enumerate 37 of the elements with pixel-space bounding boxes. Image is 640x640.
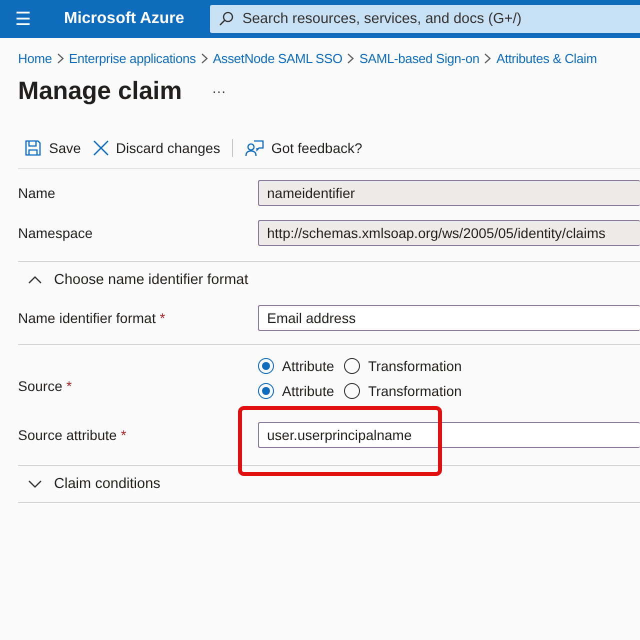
chevron-right-icon — [484, 52, 492, 64]
breadcrumb-link[interactable]: SAML-based Sign-on — [359, 50, 480, 66]
input-field[interactable]: Email address — [258, 305, 640, 331]
field-label: Name identifier format * — [18, 310, 166, 326]
app-title: Microsoft Azure — [64, 10, 184, 28]
close-icon — [92, 140, 109, 156]
chevron-right-icon — [347, 52, 354, 64]
search-placeholder: Search resources, services, and docs (G+/) — [242, 11, 522, 27]
person-speech-icon — [245, 139, 264, 157]
breadcrumb-link[interactable]: AssetNode SAML SSO — [212, 50, 342, 66]
input-field[interactable]: user.userprincipalname — [258, 422, 640, 448]
chevron-up-icon — [28, 276, 42, 284]
breadcrumb-link[interactable]: Enterprise applications — [68, 50, 196, 66]
page-title: Manage claim — [18, 76, 182, 106]
radio-option[interactable]: Transformation — [344, 358, 462, 374]
save-button[interactable]: Save — [18, 134, 87, 162]
menu-button[interactable]: ☰ — [0, 8, 46, 30]
radio-option[interactable]: Attribute — [258, 382, 334, 398]
radio-option[interactable]: Transformation — [344, 382, 462, 398]
chevron-right-icon — [200, 52, 208, 64]
feedback-button[interactable]: Got feedback? — [239, 134, 368, 162]
field-label: Namespace — [18, 225, 94, 241]
chevron-down-icon — [28, 480, 42, 488]
more-options-button[interactable]: ··· — [212, 83, 226, 99]
save-icon — [24, 139, 42, 157]
radio-option[interactable]: Attribute — [258, 358, 334, 374]
discard-button[interactable]: Discard changes — [86, 134, 226, 162]
section-toggle[interactable]: Claim conditions — [18, 466, 166, 502]
field-label: Source attribute * — [18, 427, 128, 443]
breadcrumb-link[interactable]: Attributes & Claim — [496, 50, 597, 66]
field-label: Name — [18, 185, 56, 201]
field-label: Source * — [18, 378, 72, 394]
search-field[interactable]: Search resources, services, and docs (G+/) — [210, 5, 640, 33]
section-toggle[interactable]: Choose name identifier format — [18, 262, 254, 298]
breadcrumb-link[interactable]: Home — [18, 50, 52, 66]
search-icon — [218, 11, 234, 27]
chevron-right-icon — [56, 52, 64, 64]
